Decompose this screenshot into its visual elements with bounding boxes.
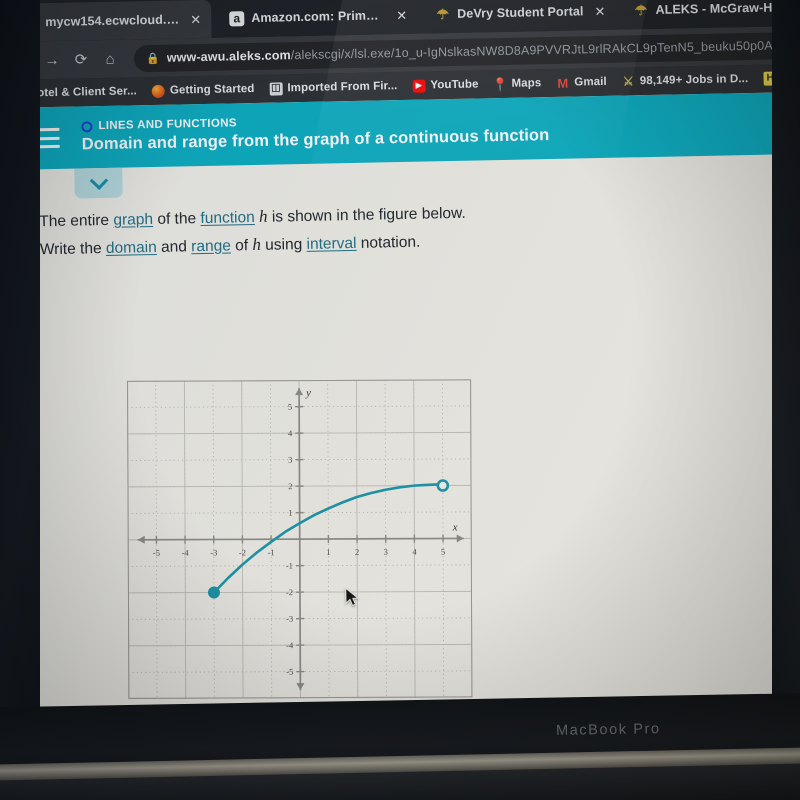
bookmark-maps[interactable]: 📍 Maps — [491, 76, 542, 92]
link-interval[interactable]: interval — [306, 235, 356, 253]
tab-close-icon[interactable]: ✕ — [396, 7, 407, 22]
topic-circle-icon — [81, 120, 93, 132]
text: notation. — [356, 233, 421, 252]
text: and — [156, 238, 192, 256]
tab-title: mycw154.ecwcloud.com — [45, 12, 180, 30]
tab-close-icon[interactable]: ✕ — [190, 12, 201, 27]
browser-tab-devry[interactable]: ☂ DeVry Student Portal ✕ — [423, 0, 616, 34]
bookmark-label: Getting Started — [169, 82, 255, 97]
gmail-icon: M — [557, 75, 569, 91]
room-shadow-left — [0, 0, 40, 800]
forward-icon[interactable]: → — [39, 47, 66, 74]
bookmark-label: Maps — [511, 77, 542, 90]
bookmark-gmail[interactable]: M Gmail — [556, 75, 607, 91]
topic-label: LINES AND FUNCTIONS — [98, 117, 237, 133]
devry-icon: ☂ — [435, 6, 451, 22]
function-graph: -5 -4 -3 -2 -1 1 2 3 4 5 5 4 3 2 1 -1 -2 -3 -4 -5 x y — [126, 378, 473, 700]
browser-window: mycw154.ecwcloud.com ✕ a Amazon.com: Pri… — [0, 0, 800, 731]
bookmark-label: Hotel & Client Ser... — [28, 85, 138, 100]
text: using — [260, 235, 307, 254]
text: of — [230, 237, 253, 255]
youtube-icon: ▶ — [412, 79, 426, 93]
bookmark-label: YouTube — [430, 78, 479, 92]
link-function[interactable]: function — [200, 209, 255, 227]
amazon-icon: a — [229, 10, 245, 26]
url-path: /alekscgi/x/lsl.exe/1o_u-IgNslkasNW8D8A9… — [290, 38, 791, 63]
lock-icon: 🔒 — [145, 52, 160, 65]
mouse-pointer-icon — [345, 587, 360, 607]
reload-icon[interactable]: ⟳ — [68, 46, 95, 73]
bookmark-youtube[interactable]: ▶ YouTube — [412, 78, 479, 93]
tab-title: DeVry Student Portal — [457, 4, 584, 21]
url-host: www-awu.aleks.com — [166, 48, 291, 65]
tab-title: ALEKS - McGraw-Hill MAT — [655, 0, 789, 17]
link-graph[interactable]: graph — [113, 211, 153, 229]
room-shadow-right — [772, 0, 800, 800]
bookmark-jobs[interactable]: ⚔ 98,149+ Jobs in D... — [622, 73, 749, 89]
jobs-icon: ⚔ — [622, 74, 634, 89]
link-range[interactable]: range — [191, 238, 231, 256]
macbook-pro-label: MacBook Pro — [555, 721, 661, 739]
link-domain[interactable]: domain — [106, 239, 157, 257]
aleks-icon: ☂ — [633, 2, 649, 18]
maps-pin-icon: 📍 — [491, 76, 509, 92]
folder-icon: ◫ — [269, 81, 283, 96]
text: The entire — [39, 211, 114, 231]
firefox-icon — [151, 84, 166, 98]
home-icon[interactable]: ⌂ — [97, 46, 124, 73]
text: is shown in the figure below. — [267, 204, 466, 226]
aleks-page: LINES AND FUNCTIONS Domain and range fro… — [0, 91, 800, 731]
chevron-down-icon — [89, 171, 108, 190]
collapse-toggle-button[interactable] — [74, 167, 123, 199]
text: Write the — [39, 240, 107, 259]
laptop-screen-photo: mycw154.ecwcloud.com ✕ a Amazon.com: Pri… — [0, 0, 800, 800]
bookmark-imported-from-firefox[interactable]: ◫ Imported From Fir... — [269, 80, 398, 96]
bookmark-getting-started[interactable]: Getting Started — [151, 82, 255, 98]
graph-border — [127, 379, 473, 699]
bookmark-label: Imported From Fir... — [287, 80, 398, 95]
tab-close-icon[interactable]: ✕ — [594, 3, 605, 18]
browser-tab-mycw154[interactable]: mycw154.ecwcloud.com ✕ — [10, 0, 212, 42]
tab-title: Amazon.com: Prime Video: — [251, 8, 386, 25]
bookmark-label: Gmail — [574, 75, 607, 89]
bookmark-label: 98,149+ Jobs in D... — [639, 73, 749, 88]
text: of the — [152, 210, 201, 229]
browser-tab-amazon[interactable]: a Amazon.com: Prime Video: ✕ — [217, 0, 418, 38]
